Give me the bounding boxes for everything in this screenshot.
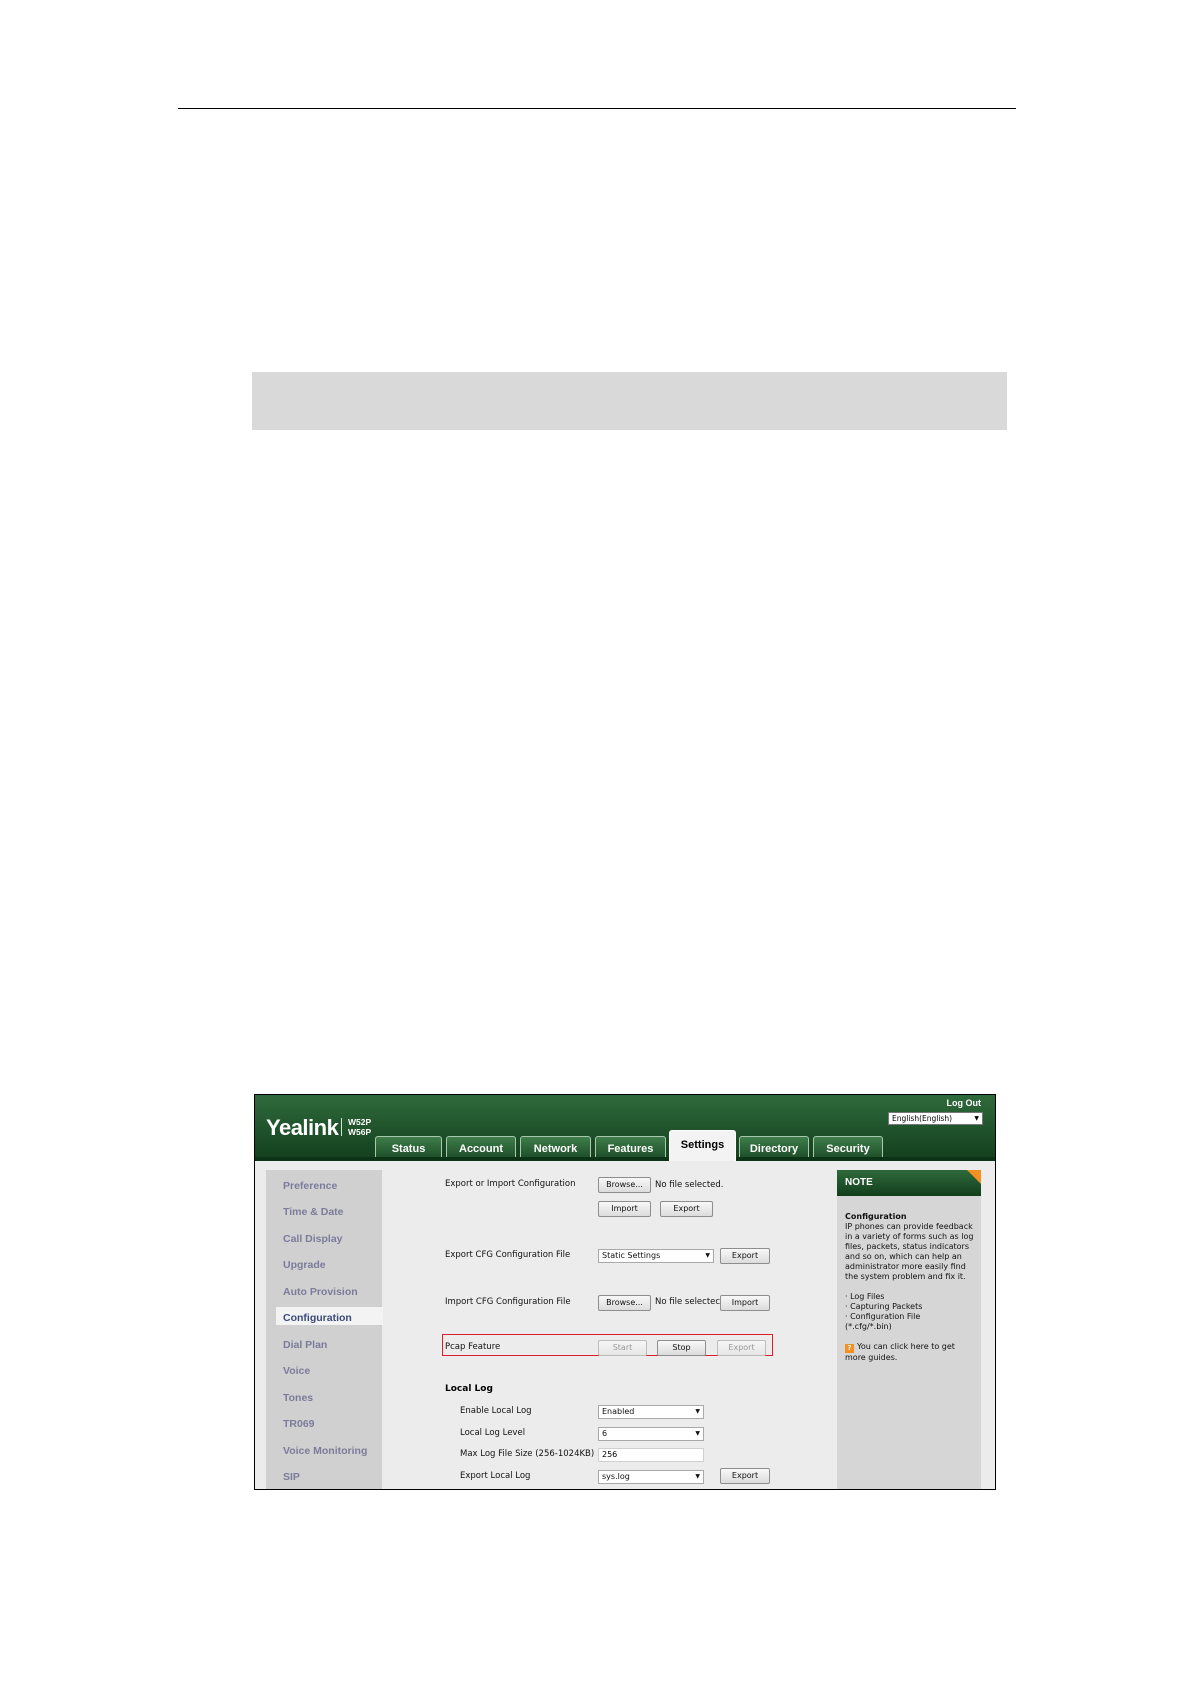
- export-import-config-label: Export or Import Configuration: [445, 1179, 576, 1189]
- note-body: Configuration IP phones can provide feed…: [845, 1212, 975, 1363]
- note-band: [252, 372, 1007, 430]
- sidebar-item-tones[interactable]: Tones: [283, 1392, 313, 1404]
- local-log-title: Local Log: [445, 1384, 493, 1394]
- enable-local-log-label: Enable Local Log: [460, 1406, 532, 1416]
- note-bullet-configuration-file: · Configuration File: [845, 1312, 921, 1321]
- chevron-down-icon: ▼: [974, 1115, 979, 1122]
- chevron-down-icon: ▼: [695, 1408, 700, 1415]
- export-cfg-select-value: Static Settings: [602, 1251, 661, 1260]
- pcap-stop-button[interactable]: Stop: [657, 1340, 706, 1356]
- local-log-level-value: 6: [602, 1429, 608, 1438]
- sidebar-item-voice-monitoring[interactable]: Voice Monitoring: [283, 1445, 367, 1457]
- import-cfg-no-file-text: No file selectec: [655, 1297, 721, 1307]
- pcap-export-button[interactable]: Export: [717, 1340, 766, 1356]
- header-bar: Yealink W52P W56P Log Out English(Englis…: [255, 1095, 995, 1161]
- export-config-button[interactable]: Export: [660, 1201, 713, 1217]
- help-icon: ?: [845, 1344, 854, 1353]
- yealink-logo: Yealink: [266, 1115, 339, 1140]
- sidebar-item-dial-plan[interactable]: Dial Plan: [283, 1339, 327, 1351]
- language-value: English(English): [892, 1114, 953, 1123]
- tab-settings[interactable]: Settings: [669, 1130, 736, 1161]
- chevron-down-icon: ▼: [695, 1473, 700, 1480]
- sidebar-item-auto-provision[interactable]: Auto Provision: [283, 1286, 358, 1298]
- note-corner-fold: [967, 1170, 981, 1184]
- web-ui-screenshot: Yealink W52P W56P Log Out English(Englis…: [254, 1094, 996, 1490]
- note-bullet-configuration-file-ext: (*.cfg/*.bin): [845, 1322, 892, 1331]
- export-local-log-label: Export Local Log: [460, 1471, 531, 1481]
- sidebar: [266, 1170, 382, 1489]
- page-top-rule: [178, 108, 1016, 109]
- export-local-log-value: sys.log: [602, 1472, 630, 1481]
- language-select[interactable]: English(English) ▼: [888, 1112, 983, 1125]
- note-header: NOTE: [837, 1170, 981, 1196]
- import-cfg-browse-button[interactable]: Browse...: [598, 1295, 651, 1311]
- model-line-1: W52P: [348, 1117, 372, 1127]
- sidebar-item-time-date[interactable]: Time & Date: [283, 1206, 344, 1218]
- browse-button[interactable]: Browse...: [598, 1177, 651, 1193]
- note-description: IP phones can provide feedback in a vari…: [845, 1222, 974, 1281]
- enable-local-log-value: Enabled: [602, 1407, 635, 1416]
- chevron-down-icon: ▼: [695, 1430, 700, 1437]
- sidebar-item-call-display[interactable]: Call Display: [283, 1233, 343, 1245]
- chevron-down-icon: ▼: [705, 1252, 710, 1259]
- export-local-log-select[interactable]: sys.log ▼: [598, 1470, 704, 1484]
- sidebar-item-tr069[interactable]: TR069: [283, 1418, 315, 1430]
- enable-local-log-select[interactable]: Enabled ▼: [598, 1405, 704, 1419]
- export-cfg-button[interactable]: Export: [720, 1248, 770, 1264]
- note-bullet-log-files: · Log Files: [845, 1292, 885, 1301]
- note-guide-link[interactable]: ? You can click here to get more guides.: [845, 1342, 975, 1363]
- logo-divider: [341, 1118, 342, 1136]
- max-log-size-input[interactable]: 256: [598, 1448, 704, 1462]
- export-local-log-button[interactable]: Export: [720, 1468, 770, 1484]
- note-bullet-capturing-packets: · Capturing Packets: [845, 1302, 923, 1311]
- export-cfg-select[interactable]: Static Settings ▼: [598, 1249, 714, 1263]
- local-log-level-label: Local Log Level: [460, 1428, 526, 1438]
- import-cfg-button[interactable]: Import: [720, 1295, 770, 1311]
- model-line-2: W56P: [348, 1127, 372, 1137]
- pcap-start-button[interactable]: Start: [598, 1340, 647, 1356]
- max-log-size-label: Max Log File Size (256-1024KB): [460, 1449, 595, 1459]
- no-file-selected-text: No file selected.: [655, 1180, 724, 1190]
- import-config-button[interactable]: Import: [598, 1201, 651, 1217]
- sidebar-item-upgrade[interactable]: Upgrade: [283, 1259, 326, 1271]
- note-guide-text: You can click here to get more guides.: [845, 1342, 955, 1362]
- pcap-feature-label: Pcap Feature: [445, 1342, 501, 1352]
- model-label: W52P W56P: [348, 1117, 371, 1137]
- import-cfg-label: Import CFG Configuration File: [445, 1297, 571, 1307]
- local-log-level-select[interactable]: 6 ▼: [598, 1427, 704, 1441]
- sidebar-item-preference[interactable]: Preference: [283, 1180, 337, 1192]
- note-title: Configuration: [845, 1212, 907, 1221]
- logout-link[interactable]: Log Out: [947, 1098, 982, 1108]
- export-cfg-label: Export CFG Configuration File: [445, 1250, 571, 1260]
- sidebar-item-configuration[interactable]: Configuration: [283, 1312, 352, 1324]
- sidebar-item-sip[interactable]: SIP: [283, 1471, 300, 1483]
- sidebar-item-voice[interactable]: Voice: [283, 1365, 310, 1377]
